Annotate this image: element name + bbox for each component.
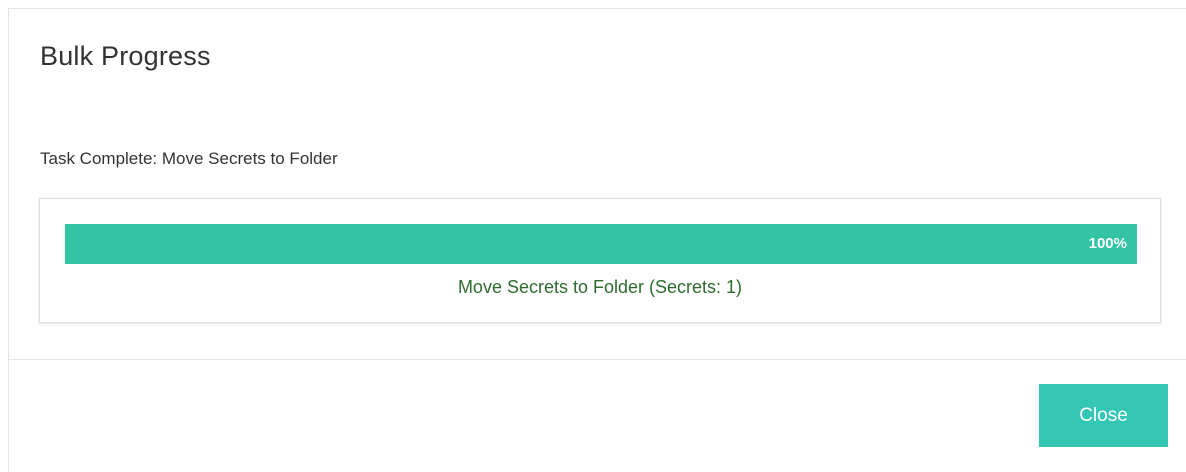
- progress-panel: 100% Move Secrets to Folder (Secrets: 1): [39, 198, 1161, 323]
- progress-caption: Move Secrets to Folder (Secrets: 1): [457, 277, 743, 297]
- close-button[interactable]: Close: [1039, 384, 1168, 447]
- dialog-title: Bulk Progress: [40, 41, 211, 71]
- progress-bar: 100%: [65, 224, 1137, 264]
- task-status-text: Task Complete: Move Secrets to Folder: [40, 149, 338, 168]
- footer-divider: [9, 359, 1186, 360]
- progress-percent-label: 100%: [1088, 235, 1127, 252]
- bulk-progress-dialog: Bulk Progress Task Complete: Move Secret…: [8, 8, 1186, 472]
- progress-bar-fill: [65, 224, 1137, 264]
